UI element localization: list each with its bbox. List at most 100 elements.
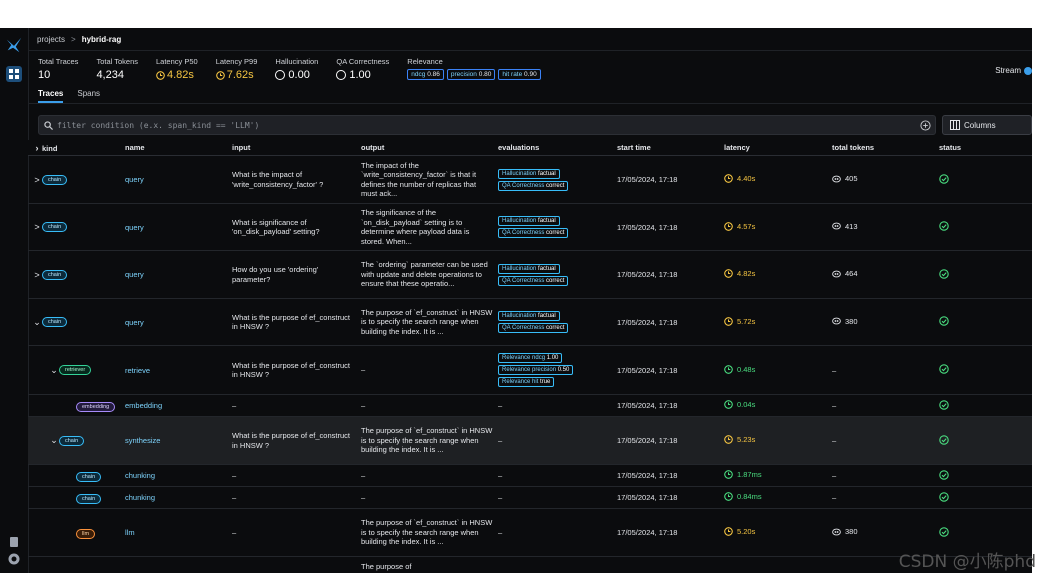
chevron-right-icon[interactable]: > [32, 175, 42, 185]
breadcrumb-projects[interactable]: projects [37, 35, 65, 44]
latency-value: 1.87ms [724, 470, 762, 479]
nav-rail [0, 28, 29, 573]
name-cell: chunking [121, 486, 228, 509]
output-cell: – [357, 486, 494, 509]
table-row[interactable]: chain chunking – – – 17/05/2024, 17:18 1.87ms – [28, 464, 1032, 487]
token-text: 405 [845, 174, 858, 184]
expand-all-icon[interactable]: › [32, 143, 42, 153]
name-cell: synthesize [121, 416, 228, 465]
kind-wrap: ⌄ chain [32, 317, 68, 328]
chevron-right-icon[interactable]: > [32, 222, 42, 232]
evaluation-badge: Relevance precision 0.50 [498, 365, 574, 375]
start-time-text: 17/05/2024, 17:18 [617, 436, 678, 445]
eval-value: factual [538, 170, 556, 177]
column-header[interactable]: status [935, 140, 1032, 156]
chevron-down-icon[interactable]: ⌄ [49, 365, 59, 376]
latency-value: 5.20s [724, 527, 755, 536]
filter-placeholder[interactable]: filter condition (e.x. span_kind == 'LLM… [57, 121, 915, 130]
chevron-right-icon[interactable]: > [32, 270, 42, 280]
columns-button[interactable]: Columns [942, 115, 1032, 135]
span-name-link[interactable]: embedding [125, 401, 162, 410]
span-name-link[interactable]: query [125, 270, 144, 279]
column-header[interactable]: input [228, 140, 357, 156]
eval-value: factual [538, 265, 556, 272]
span-name-link[interactable]: query [125, 318, 144, 327]
output-text: The purpose of `ef_construct` in HNSW is… [361, 518, 493, 547]
tab-spans[interactable]: Spans [77, 89, 100, 103]
output-cell: – [357, 345, 494, 395]
span-name-link[interactable]: chunking [125, 493, 155, 502]
status-cell [935, 394, 1032, 417]
clock-icon [724, 470, 735, 479]
input-cell: What is the purpose of ef_construct in H… [228, 345, 357, 395]
kind-cell: ⌄ chain [28, 416, 121, 465]
status-ok-icon [939, 526, 949, 539]
kind-wrap: > chain [32, 222, 68, 232]
add-filter-icon[interactable] [915, 119, 935, 131]
input-cell: What is the purpose of ef_construct in H… [228, 416, 357, 465]
input-cell: – [228, 394, 357, 417]
filter-input[interactable]: filter condition (e.x. span_kind == 'LLM… [38, 115, 936, 135]
table-row[interactable]: > chain query How do you use 'ordering' par… [28, 250, 1032, 299]
app-window: projects > hybrid-rag Total Traces 10 Tota… [0, 28, 1032, 573]
table-row[interactable]: llm llm – The purpose of `ef_construct` in … [28, 508, 1032, 557]
breadcrumb-current: hybrid-rag [81, 34, 122, 44]
phoenix-logo-icon[interactable] [5, 36, 23, 54]
column-header[interactable]: total tokens [828, 140, 935, 156]
column-header[interactable]: latency [720, 140, 828, 156]
stat-value: 4.82s [156, 69, 198, 81]
kind-wrap: llm [32, 528, 96, 539]
github-icon[interactable] [8, 553, 20, 565]
span-name-link[interactable]: query [125, 223, 144, 232]
eval-row: QA Correctness correct [498, 322, 613, 334]
start-time-text: 17/05/2024, 17:18 [617, 401, 678, 410]
table-row[interactable]: chain chunking – – – 17/05/2024, 17:18 0.84ms – [28, 486, 1032, 509]
column-header[interactable]: start time [613, 140, 720, 156]
docs-icon[interactable] [9, 537, 19, 547]
eval-value: true [540, 379, 551, 385]
eval-value: 0.50 [557, 367, 570, 373]
span-name-link[interactable]: chunking [125, 471, 155, 480]
tab-bar: Traces Spans [28, 89, 1032, 104]
table-row[interactable]: > chain query What is the impact of 'write_… [28, 155, 1032, 204]
stream-switch-icon[interactable] [1024, 66, 1032, 75]
input-text: What is the impact of 'write_consistency… [232, 170, 324, 189]
chevron-down-icon[interactable]: ⌄ [49, 435, 59, 446]
eval-name: Hallucination [502, 313, 537, 319]
evaluation-badge: QA Correctness correct [498, 275, 569, 286]
table-row[interactable]: ⌄ chain query What is the purpose of ef_con… [28, 298, 1032, 346]
clock-icon [215, 70, 225, 80]
column-header[interactable]: output [357, 140, 494, 156]
span-name-link[interactable]: llm [125, 528, 135, 537]
output-text: The purpose of `ef_construct` in HNSW is… [361, 426, 493, 455]
evaluations-cell [494, 556, 613, 573]
span-name-link[interactable]: synthesize [125, 436, 160, 445]
token-text: – [832, 436, 837, 445]
column-header[interactable]: name [121, 140, 228, 156]
latency-value: 5.72s [724, 317, 755, 326]
eval-name: QA Correctness [502, 230, 545, 236]
token-icon [832, 528, 843, 536]
column-header[interactable]: evaluations [494, 140, 613, 156]
evaluations-cell: Hallucination factual QA Correctness corr… [494, 203, 613, 251]
chevron-down-icon[interactable]: ⌄ [32, 317, 42, 328]
column-header[interactable]: › kind [28, 140, 121, 156]
stream-toggle[interactable]: Stream [995, 66, 1032, 75]
span-name-link[interactable]: retrieve [125, 366, 150, 375]
tab-traces[interactable]: Traces [38, 89, 64, 103]
output-text: The purpose of `ef_construct` in HNSW is… [361, 307, 493, 336]
span-name-link[interactable]: query [125, 175, 144, 184]
latency-text: 0.84ms [737, 492, 762, 501]
stat-value: 1.00 [336, 69, 389, 81]
table-row[interactable]: ⌄ retriever retrieve What is the purpose of… [28, 345, 1032, 395]
table-row[interactable]: embedding embedding – – – 17/05/2024, 17:18 0.… [28, 394, 1032, 417]
span-kind-badge: chain [76, 493, 102, 504]
name-cell: query [121, 250, 228, 299]
table-row[interactable]: The purpose of [28, 556, 1032, 573]
token-count: – [832, 436, 836, 445]
eval-row: Relevance hit true [498, 376, 613, 388]
projects-grid-icon[interactable] [6, 66, 22, 82]
tokens-cell: – [828, 416, 935, 465]
table-row[interactable]: ⌄ chain synthesize What is the purpose of e… [28, 416, 1032, 465]
table-row[interactable]: > chain query What is significance of 'on_d… [28, 203, 1032, 251]
